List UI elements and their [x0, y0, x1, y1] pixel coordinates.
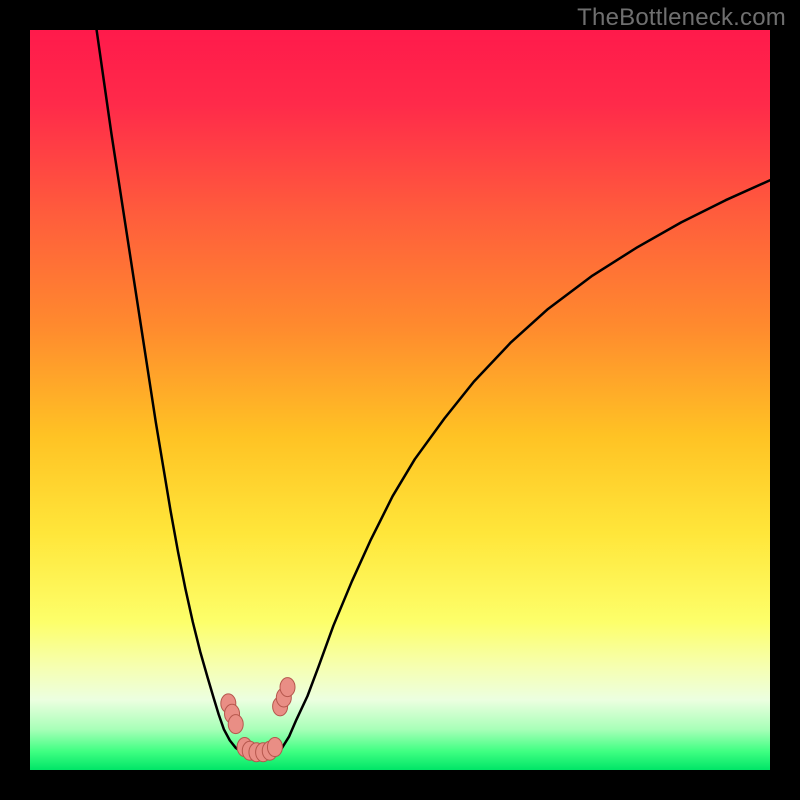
gradient-background [30, 30, 770, 770]
bottleneck-chart [30, 30, 770, 770]
app-frame: TheBottleneck.com [0, 0, 800, 800]
data-marker [267, 738, 282, 757]
data-marker [280, 678, 295, 697]
chart-svg [30, 30, 770, 770]
data-marker [228, 715, 243, 734]
watermark-label: TheBottleneck.com [577, 4, 786, 32]
